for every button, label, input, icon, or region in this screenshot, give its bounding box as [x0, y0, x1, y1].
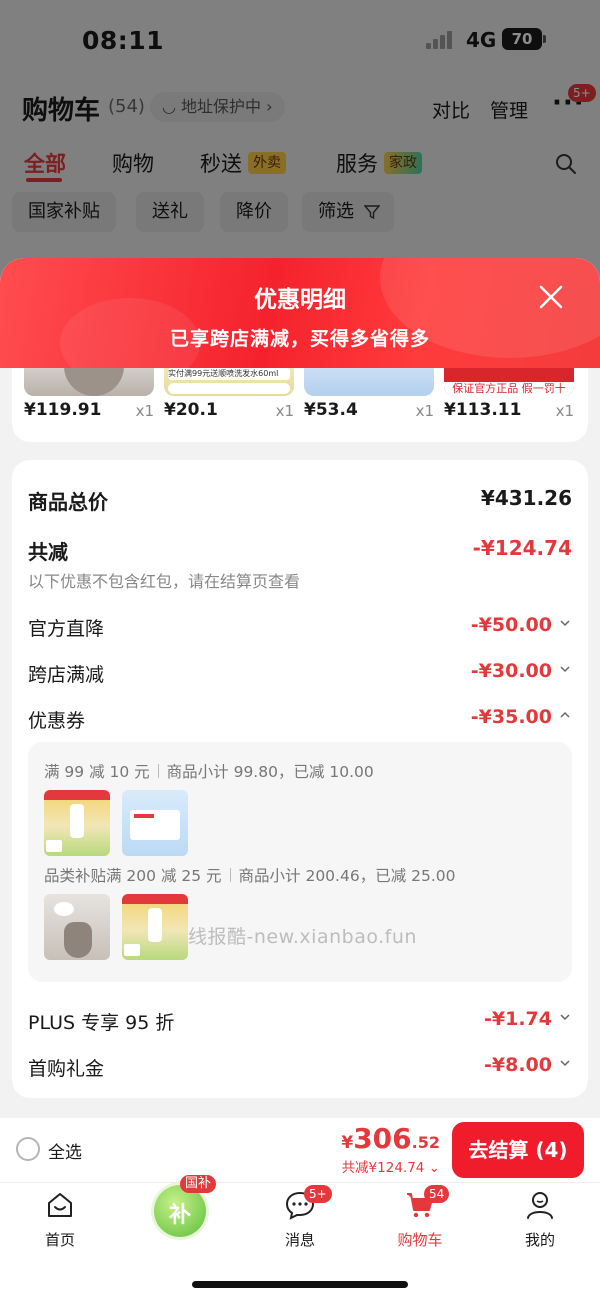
coupon-detail: 商品小计 99.80，已减 10.00 [166, 763, 374, 781]
discount-row-official[interactable]: 官方直降 -¥50.00 [28, 614, 572, 642]
coupon-rule-line: 满 99 减 10 元商品小计 99.80，已减 10.00 [44, 760, 374, 782]
product-image-caption: 保证官方正品 假一罚十 [444, 382, 574, 396]
tab-national-subsidy[interactable]: 补 国补 [140, 1175, 220, 1255]
tab-home[interactable]: 首页 [20, 1189, 100, 1255]
product-qty: x1 [555, 402, 574, 420]
product-qty: x1 [275, 402, 294, 420]
coupon-detail: 商品小计 200.46，已减 25.00 [238, 867, 456, 885]
product-price: ¥53.4 [304, 400, 358, 420]
discount-note: 以下优惠不包含红包，请在结算页查看 [28, 572, 301, 591]
subsidy-glyph: 补 [168, 1203, 191, 1228]
checkout-bar: 全选 ¥306.52 共减¥124.74 ⌄ 去结算 (4) [0, 1118, 600, 1182]
product-image-caption: 实付满99元送顺喷洗发水60ml [168, 368, 290, 380]
coupon-rule-line: 品类补贴满 200 减 25 元商品小计 200.46，已减 25.00 [44, 864, 456, 886]
discount-row-coupon[interactable]: 优惠券 -¥35.00 [28, 706, 572, 734]
discount-row-plus[interactable]: PLUS 专享 95 折 -¥1.74 [28, 1008, 572, 1036]
goods-total-row: 商品总价 ¥431.26 [28, 486, 572, 514]
home-indicator [192, 1281, 408, 1288]
discount-value: -¥1.74 [484, 1008, 552, 1030]
chevron-down-icon [560, 666, 570, 673]
tab-label: 我的 [524, 1231, 555, 1249]
chevron-down-icon [560, 620, 570, 627]
price-decimal: .52 [411, 1133, 440, 1152]
total-discount-row: 共减 -¥124.74 [28, 536, 572, 564]
chevron-down-icon: ⌄ [424, 1160, 440, 1176]
tab-label: 购物车 [397, 1231, 443, 1249]
product-qty: x1 [415, 402, 434, 420]
subsidy-badge: 国补 [180, 1175, 217, 1193]
discount-value: -¥8.00 [484, 1054, 552, 1076]
cart-badge: 54 [424, 1185, 450, 1203]
select-all-label[interactable]: 全选 [48, 1138, 82, 1163]
checkout-button[interactable]: 去结算 (4) [452, 1122, 584, 1178]
messages-badge: 5+ [304, 1185, 332, 1203]
product-qty: x1 [135, 402, 154, 420]
discount-summary-card: 商品总价 ¥431.26 共减 -¥124.74 以下优惠不包含红包，请在结算页… [12, 460, 588, 1098]
goods-total-value: ¥431.26 [480, 486, 572, 510]
product-price: ¥119.91 [24, 400, 102, 420]
user-icon [527, 1192, 553, 1219]
chevron-down-icon [560, 1060, 570, 1067]
discount-row-cross-store[interactable]: 跨店满减 -¥30.00 [28, 660, 572, 688]
home-icon [48, 1193, 72, 1217]
watermark-text: 线报酷-new.xianbao.fun [188, 926, 417, 948]
tab-label: 首页 [44, 1231, 75, 1249]
total-saved-label: 共减¥124.74 [341, 1160, 425, 1176]
product-thumbnail[interactable] [122, 790, 188, 856]
sheet-subtitle: 已享跨店满减，买得多省得多 [169, 328, 430, 350]
discount-label: 优惠券 [28, 710, 86, 732]
price-symbol: ¥ [341, 1133, 354, 1153]
sheet-header: 优惠明细 已享跨店满减，买得多省得多 [0, 258, 600, 368]
coupon-rule: 品类补贴满 200 减 25 元 [44, 867, 222, 885]
coupon-rule: 满 99 减 10 元 [44, 763, 150, 781]
bottom-tab-bar: 首页 补 国补 5+ 消息 54 购物车 我的 [0, 1175, 600, 1300]
tab-label: 消息 [284, 1231, 315, 1249]
discount-label: 首购礼金 [28, 1058, 105, 1080]
discount-detail-sheet: ¥119.91 x1 实付满99元送顺喷洗发水60ml ¥20.1 x1 ¥53… [0, 258, 600, 1300]
total-discount-value: -¥124.74 [472, 536, 572, 560]
sheet-title: 优惠明细 [254, 287, 346, 313]
tab-cart[interactable]: 54 购物车 [380, 1185, 460, 1255]
product-price: ¥20.1 [164, 400, 218, 420]
tab-profile[interactable]: 我的 [500, 1189, 580, 1255]
total-saved[interactable]: 共减¥124.74 ⌄ [342, 1156, 440, 1176]
total-price: ¥306.52 [341, 1122, 440, 1155]
chevron-down-icon [560, 1014, 570, 1021]
product-thumbnail[interactable] [44, 790, 110, 856]
product-price: ¥113.11 [444, 400, 522, 420]
discount-row-first-purchase[interactable]: 首购礼金 -¥8.00 [28, 1054, 572, 1082]
close-icon[interactable] [534, 280, 568, 314]
tab-messages[interactable]: 5+ 消息 [260, 1185, 340, 1255]
goods-total-label: 商品总价 [28, 490, 108, 514]
total-discount-label: 共减 [28, 540, 68, 564]
price-integer: 306 [353, 1122, 412, 1155]
discount-label: 跨店满减 [28, 664, 105, 686]
product-thumbnail[interactable] [44, 894, 110, 960]
product-thumbnail[interactable] [122, 894, 188, 960]
discount-value: -¥30.00 [470, 660, 552, 682]
discount-value: -¥50.00 [470, 614, 552, 636]
discount-label: PLUS 专享 95 折 [28, 1012, 175, 1034]
chevron-up-icon [560, 711, 570, 718]
discount-label: 官方直降 [28, 618, 105, 640]
select-all-checkbox[interactable] [16, 1137, 40, 1161]
discount-value: -¥35.00 [470, 706, 552, 728]
